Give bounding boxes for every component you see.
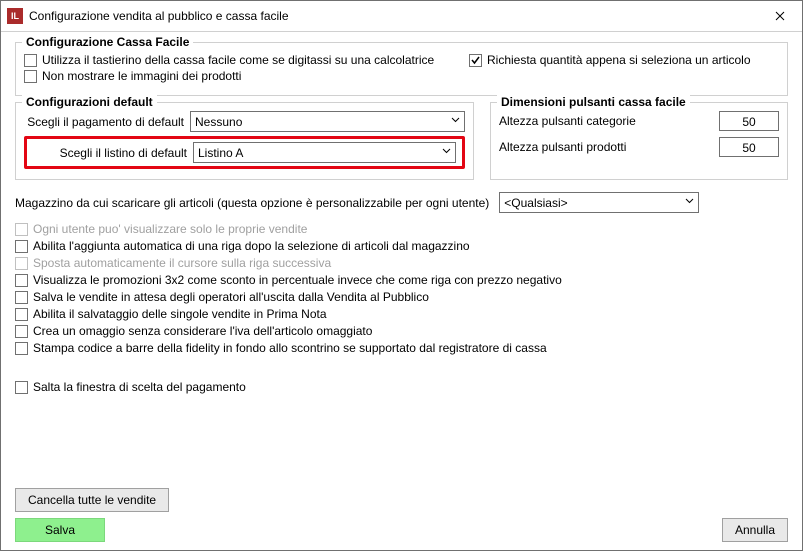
chevron-down-icon	[451, 115, 460, 124]
label-no-immagini: Non mostrare le immagini dei prodotti	[42, 69, 241, 83]
highlighted-row: Scegli il listino di default Listino A	[24, 136, 465, 169]
app-icon: IL	[7, 8, 23, 24]
checkbox-auto-cursor	[15, 257, 28, 270]
select-listino-default[interactable]: Listino A	[193, 142, 456, 163]
checkbox-auto-row[interactable]	[15, 240, 28, 253]
label-omaggio: Crea un omaggio senza considerare l'iva …	[33, 324, 372, 338]
label-tastierino: Utilizza il tastierino della cassa facil…	[42, 53, 434, 67]
cancel-button[interactable]: Annulla	[722, 518, 788, 542]
group-cassa-title: Configurazione Cassa Facile	[22, 35, 193, 49]
content: Configurazione Cassa Facile Utilizza il …	[1, 32, 802, 550]
window: IL Configurazione vendita al pubblico e …	[0, 0, 803, 551]
label-magazzino: Magazzino da cui scaricare gli articoli …	[15, 196, 489, 210]
group-dimensioni-title: Dimensioni pulsanti cassa facile	[497, 95, 690, 109]
checkbox-barcode[interactable]	[15, 342, 28, 355]
select-pagamento-default[interactable]: Nessuno	[190, 111, 465, 132]
checkbox-prima-nota[interactable]	[15, 308, 28, 321]
cancel-all-sales-button[interactable]: Cancella tutte le vendite	[15, 488, 169, 512]
checkbox-save-pending[interactable]	[15, 291, 28, 304]
checkbox-omaggio[interactable]	[15, 325, 28, 338]
label-pagamento-default: Scegli il pagamento di default	[24, 115, 184, 129]
input-altezza-categorie[interactable]: 50	[719, 111, 779, 131]
group-cassa-facile: Configurazione Cassa Facile Utilizza il …	[15, 42, 788, 96]
cancel-label: Annulla	[735, 523, 775, 537]
checkbox-own-sales	[15, 223, 28, 236]
label-save-pending: Salva le vendite in attesa degli operato…	[33, 290, 429, 304]
checkbox-tastierino[interactable]	[24, 54, 37, 67]
select-magazzino[interactable]: <Qualsiasi>	[499, 192, 699, 213]
select-listino-value: Listino A	[198, 146, 243, 160]
label-promo3x2: Visualizza le promozioni 3x2 come sconto…	[33, 273, 562, 287]
close-icon	[775, 11, 785, 21]
label-altezza-categorie: Altezza pulsanti categorie	[499, 114, 719, 128]
group-dimensioni: Dimensioni pulsanti cassa facile Altezza…	[490, 102, 788, 180]
label-skip-payment: Salta la finestra di scelta del pagament…	[33, 380, 246, 394]
titlebar: IL Configurazione vendita al pubblico e …	[1, 1, 802, 32]
label-auto-cursor: Sposta automaticamente il cursore sulla …	[33, 256, 331, 270]
checkbox-promo3x2[interactable]	[15, 274, 28, 287]
chevron-down-icon	[685, 196, 694, 205]
close-button[interactable]	[758, 1, 802, 31]
checkbox-no-immagini[interactable]	[24, 70, 37, 83]
select-magazzino-value: <Qualsiasi>	[504, 196, 567, 210]
select-pagamento-value: Nessuno	[195, 115, 242, 129]
label-barcode: Stampa codice a barre della fidelity in …	[33, 341, 547, 355]
checkbox-skip-payment[interactable]	[15, 381, 28, 394]
save-button[interactable]: Salva	[15, 518, 105, 542]
label-altezza-prodotti: Altezza pulsanti prodotti	[499, 140, 719, 154]
group-default: Configurazioni default Scegli il pagamen…	[15, 102, 474, 180]
save-label: Salva	[45, 523, 75, 537]
cancel-all-sales-label: Cancella tutte le vendite	[28, 493, 156, 507]
label-richiesta-qta: Richiesta quantità appena si seleziona u…	[487, 53, 751, 67]
check-icon	[470, 55, 481, 66]
label-listino-default: Scegli il listino di default	[33, 146, 187, 160]
group-default-title: Configurazioni default	[22, 95, 157, 109]
label-own-sales: Ogni utente puo' visualizzare solo le pr…	[33, 222, 307, 236]
chevron-down-icon	[442, 146, 451, 155]
label-auto-row: Abilita l'aggiunta automatica di una rig…	[33, 239, 470, 253]
window-title: Configurazione vendita al pubblico e cas…	[29, 9, 758, 23]
label-prima-nota: Abilita il salvataggio delle singole ven…	[33, 307, 327, 321]
input-altezza-prodotti[interactable]: 50	[719, 137, 779, 157]
checkbox-richiesta-qta[interactable]	[469, 54, 482, 67]
